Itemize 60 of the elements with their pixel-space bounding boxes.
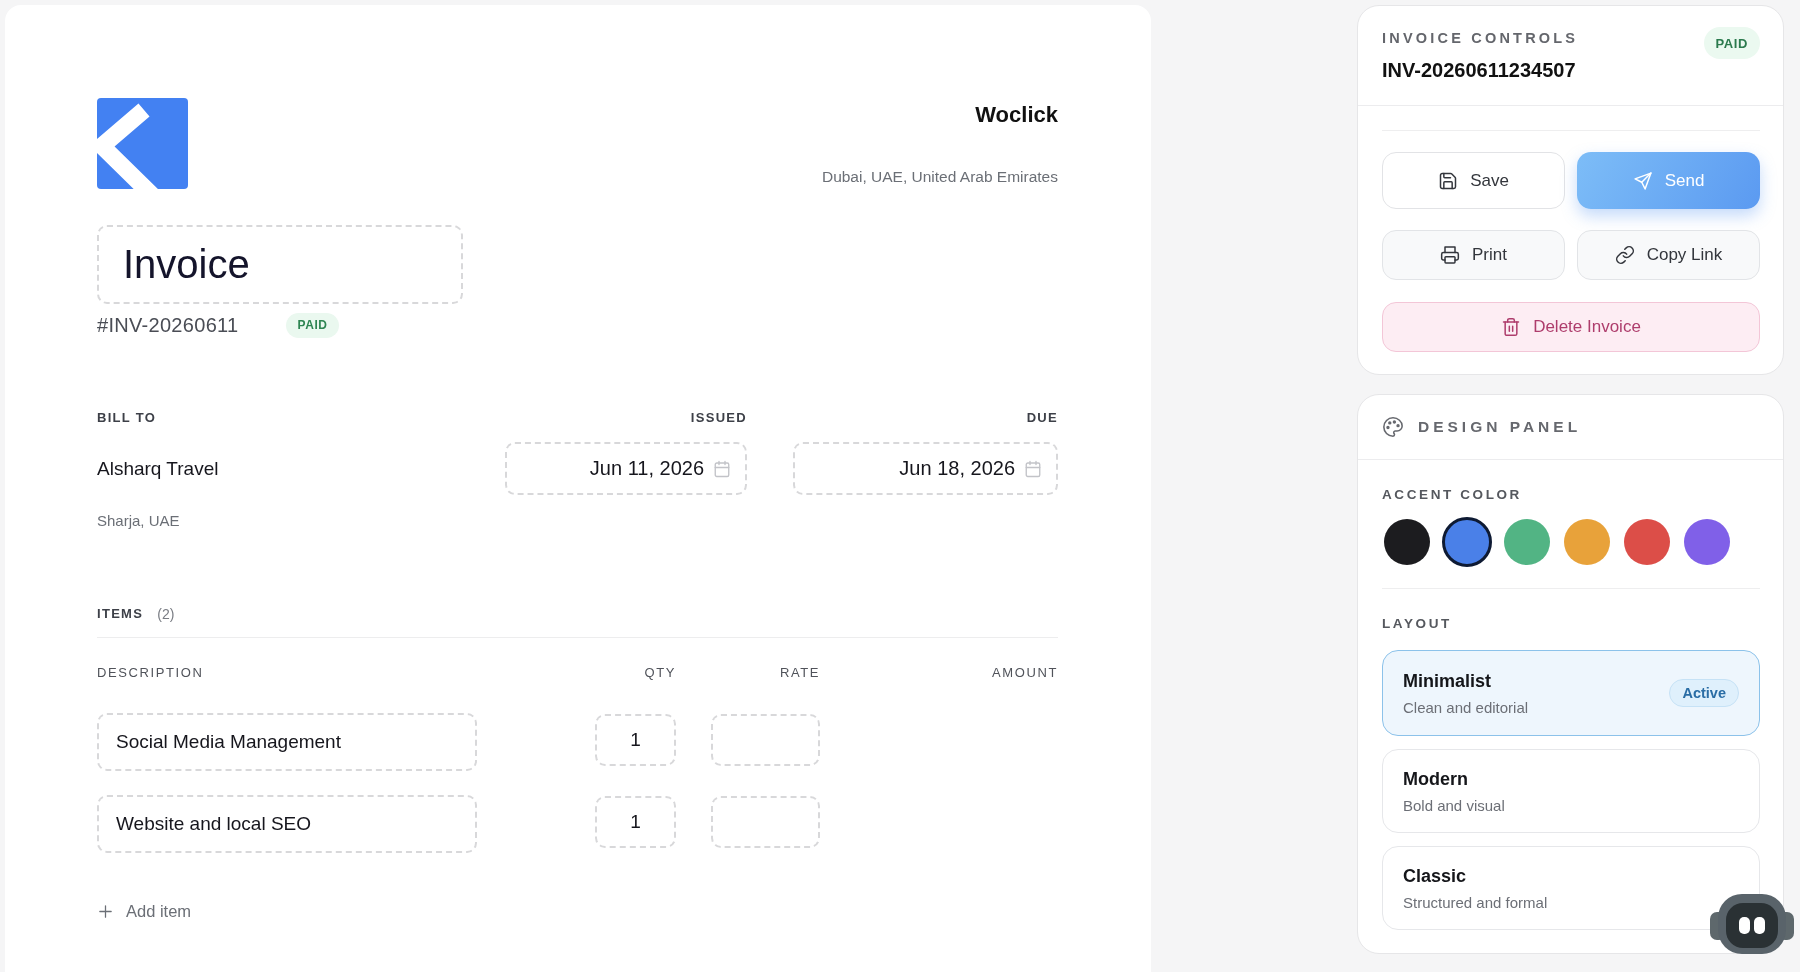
- rate-field[interactable]: [711, 714, 820, 766]
- active-badge: Active: [1669, 679, 1739, 707]
- delete-button[interactable]: Delete Invoice: [1382, 302, 1760, 352]
- invoice-number: #INV-20260611: [97, 313, 239, 337]
- layout-option[interactable]: Minimalist Clean and editorial Active: [1382, 650, 1760, 736]
- layout-description: Bold and visual: [1403, 796, 1505, 815]
- column-header: QTY: [644, 665, 676, 681]
- color-swatch-icon[interactable]: [1442, 517, 1492, 567]
- panel-title: INVOICE CONTROLS: [1382, 30, 1579, 46]
- client-name: Alsharq Travel: [97, 457, 219, 480]
- layout-title: Minimalist: [1403, 669, 1491, 692]
- status-badge: PAID: [1703, 27, 1760, 59]
- section-label: ACCENT COLOR: [1382, 487, 1522, 503]
- date-field[interactable]: Jun 18, 2026: [793, 442, 1058, 495]
- plus-icon: [97, 902, 114, 920]
- copy-link-button[interactable]: Copy Link: [1577, 230, 1760, 280]
- description-field[interactable]: Website and local SEO: [97, 795, 477, 853]
- rate-field[interactable]: [711, 796, 820, 848]
- section-label: LAYOUT: [1382, 616, 1452, 632]
- robot-icon[interactable]: [1710, 892, 1794, 954]
- layout-title: Classic: [1403, 864, 1467, 887]
- layout-option[interactable]: Modern Bold and visual: [1382, 749, 1760, 833]
- column-header: RATE: [779, 665, 820, 681]
- column-header: DESCRIPTION: [97, 665, 204, 681]
- add-item-button[interactable]: Add item: [97, 901, 192, 921]
- color-swatch-icon[interactable]: [1684, 519, 1730, 565]
- layout-title: Modern: [1403, 767, 1468, 790]
- layout-description: Clean and editorial: [1403, 698, 1529, 717]
- printer-icon: [1440, 245, 1460, 265]
- quantity-field[interactable]: 1: [595, 796, 676, 848]
- save-button[interactable]: Save: [1382, 152, 1565, 209]
- client-address: Sharja, UAE: [97, 512, 180, 530]
- company-name: Woclick: [975, 102, 1058, 128]
- section-label: ITEMS: [97, 606, 144, 622]
- layout-description: Structured and formal: [1403, 893, 1548, 912]
- description-field[interactable]: Social Media Management: [97, 713, 477, 771]
- calendar-icon: [1024, 459, 1042, 478]
- panel-title: DESIGN PANEL: [1418, 418, 1582, 436]
- print-button[interactable]: Print: [1382, 230, 1565, 280]
- date-label: ISSUED: [690, 410, 747, 426]
- date-label: DUE: [1026, 410, 1058, 426]
- column-header: AMOUNT: [992, 665, 1058, 681]
- date-field[interactable]: Jun 11, 2026: [505, 442, 747, 495]
- invoice-id: INV-20260611234507: [1382, 58, 1576, 83]
- invoice-title-field[interactable]: Invoice: [97, 225, 463, 304]
- layout-option[interactable]: Classic Structured and formal: [1382, 846, 1760, 930]
- link-icon: [1614, 245, 1635, 265]
- palette-icon: [1382, 416, 1404, 438]
- color-swatch-icon[interactable]: [1384, 519, 1430, 565]
- company-address: Dubai, UAE, United Arab Emirates: [821, 167, 1058, 187]
- section-label: BILL TO: [97, 410, 157, 426]
- color-swatch-icon[interactable]: [1564, 519, 1610, 565]
- status-badge: PAID: [286, 312, 339, 338]
- paper-plane-icon: [1632, 170, 1653, 191]
- trash-icon: [1501, 317, 1522, 337]
- calendar-icon: [713, 459, 731, 478]
- quantity-field[interactable]: 1: [595, 714, 676, 766]
- color-swatch-icon[interactable]: [1504, 519, 1550, 565]
- items-count: (2): [157, 606, 175, 622]
- color-swatch-icon[interactable]: [1624, 519, 1670, 565]
